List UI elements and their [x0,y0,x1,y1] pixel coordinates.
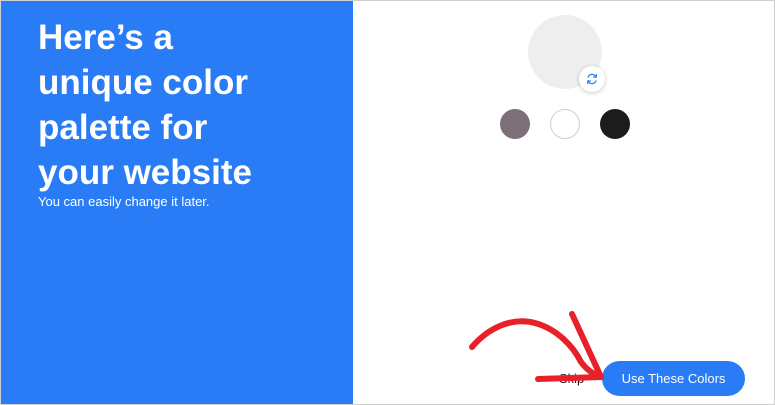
headline-line: Here’s a [38,18,173,57]
headline-line: unique color [38,63,248,102]
palette-panel: Skip Use These Colors [353,1,774,404]
color-swatch-secondary[interactable] [550,109,580,139]
subtitle: You can easily change it later. [38,194,210,209]
intro-panel: Here’s a unique color palette for your w… [1,1,353,404]
headline-line: your website [38,153,252,192]
color-swatch-primary[interactable] [500,109,530,139]
skip-button[interactable]: Skip [559,371,584,387]
onboarding-window: Here’s a unique color palette for your w… [0,0,775,405]
headline: Here’s a unique color palette for your w… [38,15,338,195]
color-swatch-dark[interactable] [600,109,630,139]
refresh-palette-button[interactable] [579,66,605,92]
use-these-colors-button[interactable]: Use These Colors [602,361,745,396]
headline-line: palette for [38,108,208,147]
refresh-icon [587,73,597,85]
